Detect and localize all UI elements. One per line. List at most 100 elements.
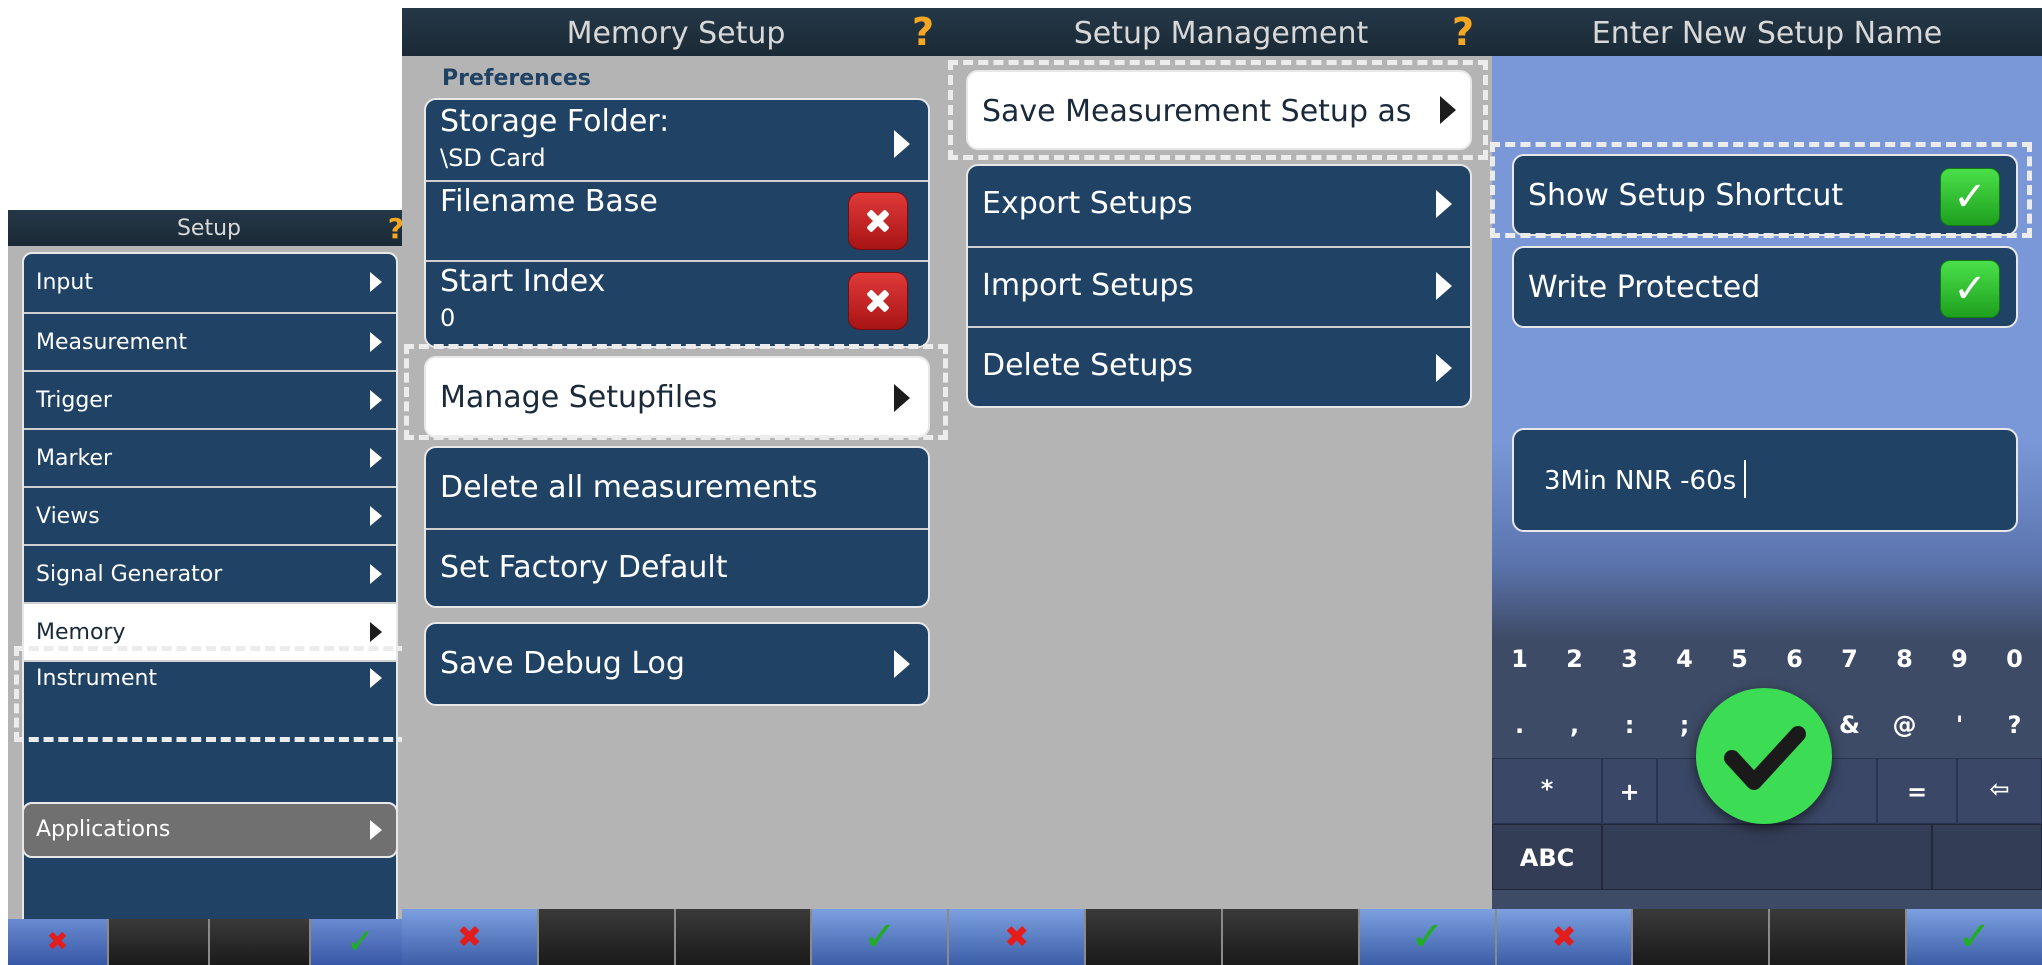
- key-period[interactable]: .: [1492, 692, 1547, 758]
- menu-item-marker[interactable]: Marker: [24, 428, 396, 486]
- menu-item-views[interactable]: Views: [24, 486, 396, 544]
- softkey-3[interactable]: [675, 909, 813, 965]
- manage-setupfiles-button[interactable]: Manage Setupfiles: [424, 356, 930, 438]
- key-5[interactable]: 5: [1712, 626, 1767, 692]
- menu-item-measurement[interactable]: Measurement: [24, 312, 396, 370]
- setup-name-input[interactable]: 3Min NNR -60s: [1512, 428, 2018, 532]
- cancel-softkey[interactable]: ✖: [8, 919, 109, 965]
- menu-item-label: Marker: [36, 446, 113, 471]
- cancel-softkey[interactable]: ✖: [1496, 909, 1634, 965]
- key-plus[interactable]: +: [1602, 758, 1657, 824]
- help-icon[interactable]: ?: [912, 10, 934, 54]
- abc-mode-key[interactable]: ABC: [1492, 824, 1602, 890]
- confirm-softkey[interactable]: ✓: [812, 909, 950, 965]
- key-apostrophe[interactable]: ': [1932, 692, 1987, 758]
- confirm-name-button[interactable]: [1696, 688, 1832, 824]
- softkey-2[interactable]: [538, 909, 676, 965]
- applications-button[interactable]: Applications: [22, 802, 398, 858]
- key-colon[interactable]: :: [1602, 692, 1657, 758]
- storage-folder-value: \SD Card: [440, 144, 546, 172]
- key-blank[interactable]: [1602, 824, 1932, 890]
- checkmark-icon: ✓: [346, 922, 375, 962]
- start-index-item[interactable]: Start Index 0: [426, 260, 928, 346]
- menu-item-signal-generator[interactable]: Signal Generator: [24, 544, 396, 602]
- close-icon: ✖: [46, 927, 69, 957]
- maintenance-group: Delete all measurements Set Factory Defa…: [424, 446, 930, 608]
- close-icon: ✖: [1551, 919, 1577, 955]
- memory-setup-panel: Memory Setup ? Preferences Storage Folde…: [402, 8, 950, 965]
- menu-item-input[interactable]: Input: [24, 254, 396, 312]
- key-comma[interactable]: ,: [1547, 692, 1602, 758]
- setup-menu-list: Input Measurement Trigger Marker Views S…: [22, 252, 398, 965]
- clear-filename-button[interactable]: [848, 192, 908, 250]
- menu-item-trigger[interactable]: Trigger: [24, 370, 396, 428]
- confirm-softkey[interactable]: ✓: [311, 919, 410, 965]
- save-setup-as-button[interactable]: Save Measurement Setup as: [966, 70, 1472, 150]
- key-2[interactable]: 2: [1547, 626, 1602, 692]
- cancel-softkey[interactable]: ✖: [402, 909, 539, 965]
- key-0[interactable]: 0: [1987, 626, 2042, 692]
- key-asterisk[interactable]: *: [1492, 758, 1602, 824]
- chevron-right-icon: [370, 820, 382, 840]
- setup-name-value: 3Min NNR -60s: [1544, 466, 1737, 496]
- setup-titlebar: Setup ?: [8, 210, 410, 246]
- key-7[interactable]: 7: [1822, 626, 1877, 692]
- delete-setups-item[interactable]: Delete Setups: [968, 326, 1470, 406]
- preferences-group: Storage Folder: \SD Card Filename Base S…: [424, 98, 930, 348]
- cancel-softkey[interactable]: ✖: [949, 909, 1087, 965]
- softkey-6[interactable]: [1086, 909, 1223, 965]
- key-3[interactable]: 3: [1602, 626, 1657, 692]
- show-setup-shortcut-label: Show Setup Shortcut: [1528, 178, 1844, 213]
- keyboard-row-numbers: 1 2 3 4 5 6 7 8 9 0: [1492, 626, 2042, 692]
- export-setups-label: Export Setups: [982, 186, 1193, 221]
- set-factory-default-item[interactable]: Set Factory Default: [426, 528, 928, 606]
- chevron-right-icon: [894, 384, 910, 412]
- chevron-right-icon: [370, 448, 382, 468]
- backspace-key[interactable]: ⇦: [1957, 758, 2042, 824]
- checkmark-icon: ✓: [863, 914, 897, 960]
- key-1[interactable]: 1: [1492, 626, 1547, 692]
- softkey-10[interactable]: [1633, 909, 1771, 965]
- help-icon[interactable]: ?: [1452, 10, 1474, 54]
- chevron-right-icon: [894, 130, 910, 158]
- key-6[interactable]: 6: [1767, 626, 1822, 692]
- menu-item-label: Measurement: [36, 330, 188, 355]
- close-icon: ✖: [456, 919, 482, 955]
- chevron-right-icon: [1436, 190, 1452, 218]
- key-question-2[interactable]: ?: [1987, 692, 2042, 758]
- key-blank-2[interactable]: [1932, 824, 2042, 890]
- key-equals[interactable]: =: [1877, 758, 1957, 824]
- delete-all-measurements-item[interactable]: Delete all measurements: [426, 448, 928, 528]
- key-4[interactable]: 4: [1657, 626, 1712, 692]
- set-factory-default-label: Set Factory Default: [440, 550, 728, 585]
- export-setups-item[interactable]: Export Setups: [968, 166, 1470, 246]
- softkey-7[interactable]: [1222, 909, 1360, 965]
- filename-base-item[interactable]: Filename Base: [426, 180, 928, 260]
- menu-item-memory[interactable]: Memory: [24, 602, 396, 660]
- confirm-softkey[interactable]: ✓: [1359, 909, 1497, 965]
- write-protected-row[interactable]: Write Protected ✓: [1512, 246, 2018, 328]
- key-at[interactable]: @: [1877, 692, 1932, 758]
- confirm-softkey[interactable]: ✓: [1907, 909, 2042, 965]
- setup-softkey-bar: ✖ ✓: [8, 919, 410, 965]
- start-index-label: Start Index: [440, 264, 606, 299]
- key-9[interactable]: 9: [1932, 626, 1987, 692]
- key-8[interactable]: 8: [1877, 626, 1932, 692]
- softkey-2[interactable]: [109, 919, 210, 965]
- softkey-11[interactable]: [1770, 909, 1908, 965]
- new-setup-name-titlebar: Enter New Setup Name: [1492, 8, 2042, 56]
- save-debug-log-button[interactable]: Save Debug Log: [424, 622, 930, 706]
- setup-management-titlebar: Setup Management ?: [950, 8, 1492, 56]
- show-shortcut-checkbox[interactable]: ✓: [1940, 168, 2000, 226]
- chevron-right-icon: [1436, 354, 1452, 382]
- show-setup-shortcut-row[interactable]: Show Setup Shortcut ✓: [1512, 154, 2018, 236]
- delete-all-measurements-label: Delete all measurements: [440, 470, 818, 505]
- menu-item-instrument[interactable]: Instrument: [24, 660, 396, 704]
- chevron-right-icon: [370, 668, 382, 688]
- softkey-3[interactable]: [210, 919, 311, 965]
- import-setups-item[interactable]: Import Setups: [968, 246, 1470, 326]
- chevron-right-icon: [894, 650, 910, 678]
- storage-folder-item[interactable]: Storage Folder: \SD Card: [426, 100, 928, 180]
- write-protected-checkbox[interactable]: ✓: [1940, 260, 2000, 318]
- clear-start-index-button[interactable]: [848, 272, 908, 330]
